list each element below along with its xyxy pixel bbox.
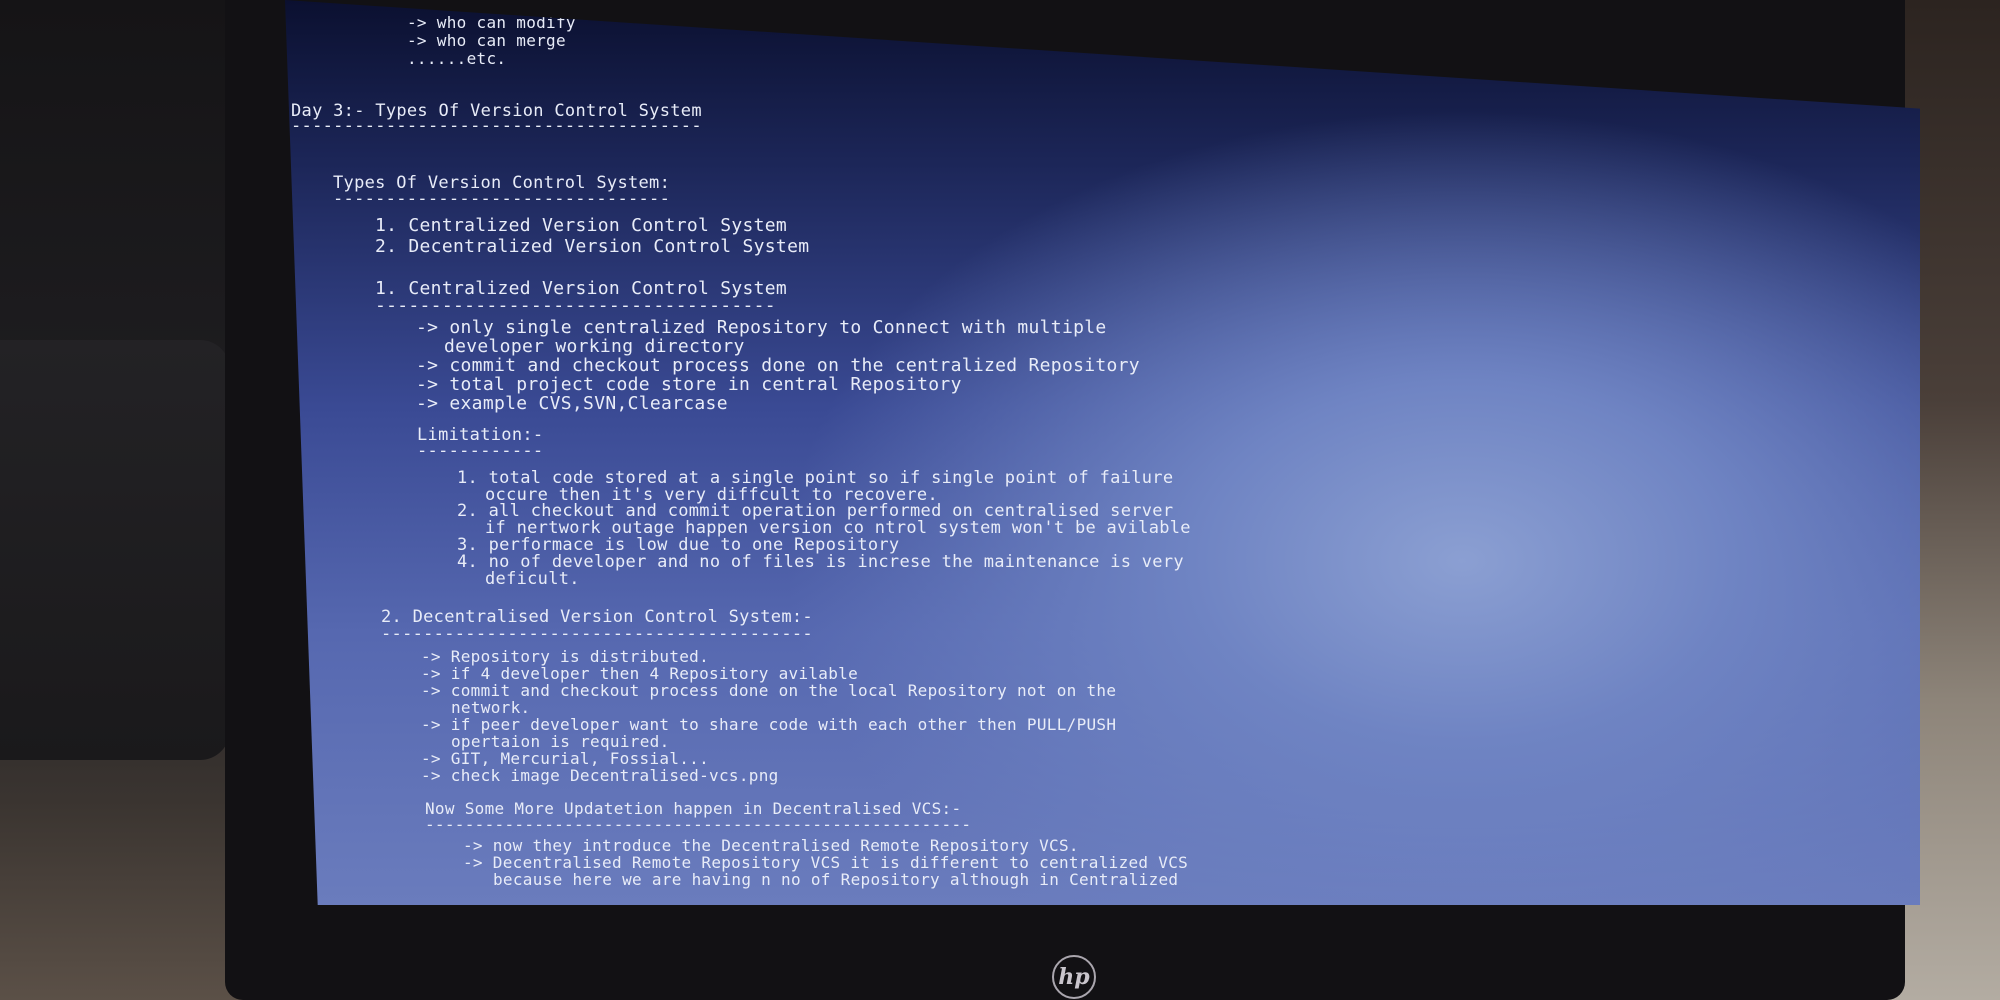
terminal-line: -> if peer developer want to share code … [421, 715, 1117, 734]
hp-logo: hp [1052, 955, 1096, 999]
terminal-line: because here we are having n no of Repos… [493, 870, 1179, 889]
terminal-line: deficult. [485, 569, 580, 589]
heading-underline: ------------ [417, 441, 544, 461]
terminal-line: -> only single centralized Repository to… [416, 317, 1107, 338]
heading-underline: -------------------------------- [333, 189, 671, 209]
terminal-line: -> check image Decentralised-vcs.png [421, 766, 779, 785]
list-item: 2. Decentralized Version Control System [375, 236, 810, 257]
list-item: 1. Centralized Version Control System [375, 215, 788, 236]
terminal-line: -> who can merge [407, 31, 566, 50]
terminal-line: -> Decentralised Remote Repository VCS i… [463, 853, 1189, 872]
terminal-line: -> now they introduce the Decentralised … [463, 836, 1079, 855]
terminal-line: ......etc. [407, 49, 507, 68]
terminal-line: network. [451, 698, 531, 717]
terminal-line: -> if 4 developer then 4 Repository avil… [421, 664, 859, 683]
terminal-line: -> total project code store in central R… [416, 374, 962, 395]
terminal-line: -> commit and checkout process done on t… [416, 355, 1140, 376]
terminal-line: -> GIT, Mercurial, Fossial... [421, 749, 710, 768]
heading-underline: --------------------------------------- [291, 116, 702, 136]
heading-underline: ----------------------------------------… [425, 815, 972, 834]
monitor-screen: -> who can modify -> who can merge .....… [285, 0, 1920, 905]
heading-underline: ----------------------------------------… [381, 624, 813, 644]
terminal-line: -> commit and checkout process done on t… [421, 681, 1117, 700]
terminal-line: -> Repository is distributed. [421, 647, 710, 666]
terminal-line: opertaion is required. [451, 732, 670, 751]
heading-underline: ------------------------------------ [375, 295, 776, 316]
office-chair [0, 340, 230, 760]
terminal-console: -> who can modify -> who can merge .....… [285, 0, 1920, 905]
terminal-line: -> example CVS,SVN,Clearcase [416, 393, 728, 414]
terminal-line: developer working directory [444, 336, 745, 357]
